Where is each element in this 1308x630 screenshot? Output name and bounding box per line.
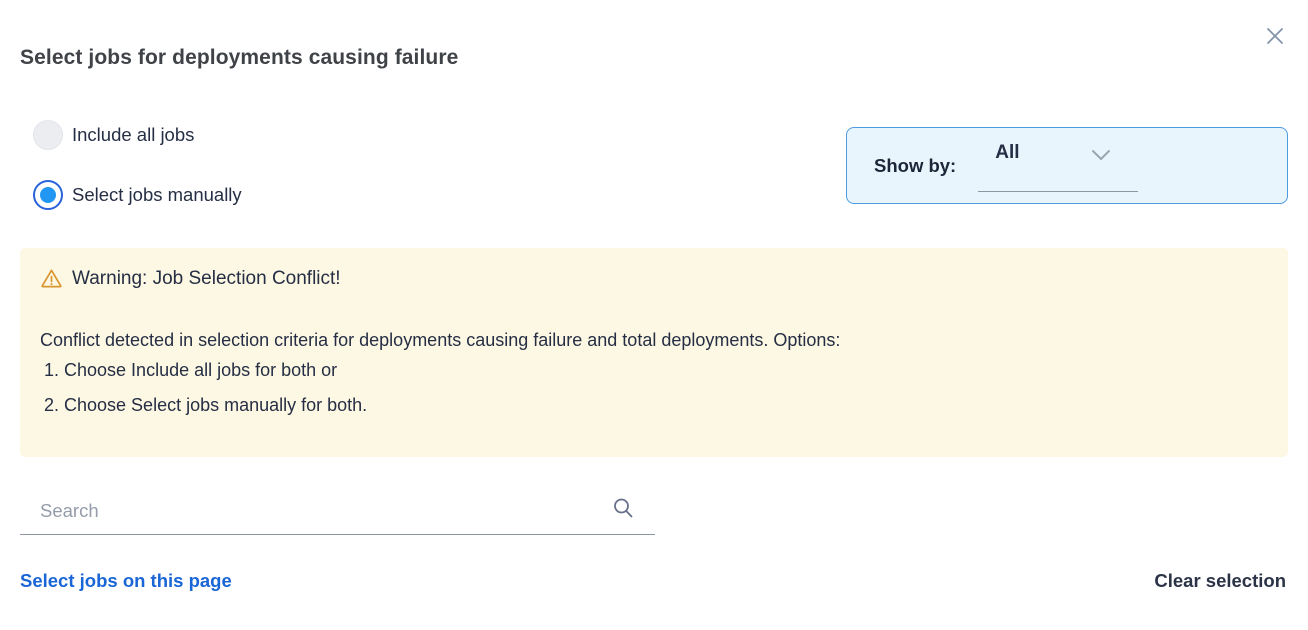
select-jobs-on-page-link[interactable]: Select jobs on this page bbox=[20, 570, 232, 592]
radio-include-all-jobs[interactable]: Include all jobs bbox=[33, 120, 194, 150]
radio-include-all-label: Include all jobs bbox=[72, 124, 194, 146]
chevron-down-icon bbox=[1090, 148, 1112, 167]
close-icon bbox=[1264, 25, 1286, 50]
clear-selection-button[interactable]: Clear selection bbox=[1154, 570, 1286, 592]
search-input[interactable] bbox=[40, 494, 600, 528]
warning-title: Warning: Job Selection Conflict! bbox=[72, 268, 341, 290]
select-jobs-dialog: Select jobs for deployments causing fail… bbox=[0, 0, 1308, 630]
dialog-title: Select jobs for deployments causing fail… bbox=[20, 46, 458, 70]
show-by-panel: Show by: All bbox=[846, 127, 1288, 204]
warning-option-2: 2. Choose Select jobs manually for both. bbox=[44, 395, 1244, 416]
show-by-value: All bbox=[995, 142, 1019, 164]
show-by-label: Show by: bbox=[874, 155, 956, 177]
warning-header: Warning: Job Selection Conflict! bbox=[40, 267, 341, 290]
warning-body-text: Conflict detected in selection criteria … bbox=[40, 323, 1240, 358]
warning-banner: Warning: Job Selection Conflict! Conflic… bbox=[20, 248, 1288, 457]
radio-select-manually-label: Select jobs manually bbox=[72, 184, 242, 206]
radio-select-jobs-manually[interactable]: Select jobs manually bbox=[33, 180, 242, 210]
radio-unchecked-icon[interactable] bbox=[33, 120, 63, 150]
close-button[interactable] bbox=[1262, 24, 1288, 50]
warning-triangle-icon bbox=[40, 267, 63, 290]
search-field bbox=[20, 488, 655, 535]
warning-option-1: 1. Choose Include all jobs for both or bbox=[44, 360, 1244, 381]
search-icon[interactable] bbox=[611, 496, 635, 520]
radio-checked-icon[interactable] bbox=[33, 180, 63, 210]
show-by-dropdown[interactable]: All bbox=[978, 140, 1138, 192]
